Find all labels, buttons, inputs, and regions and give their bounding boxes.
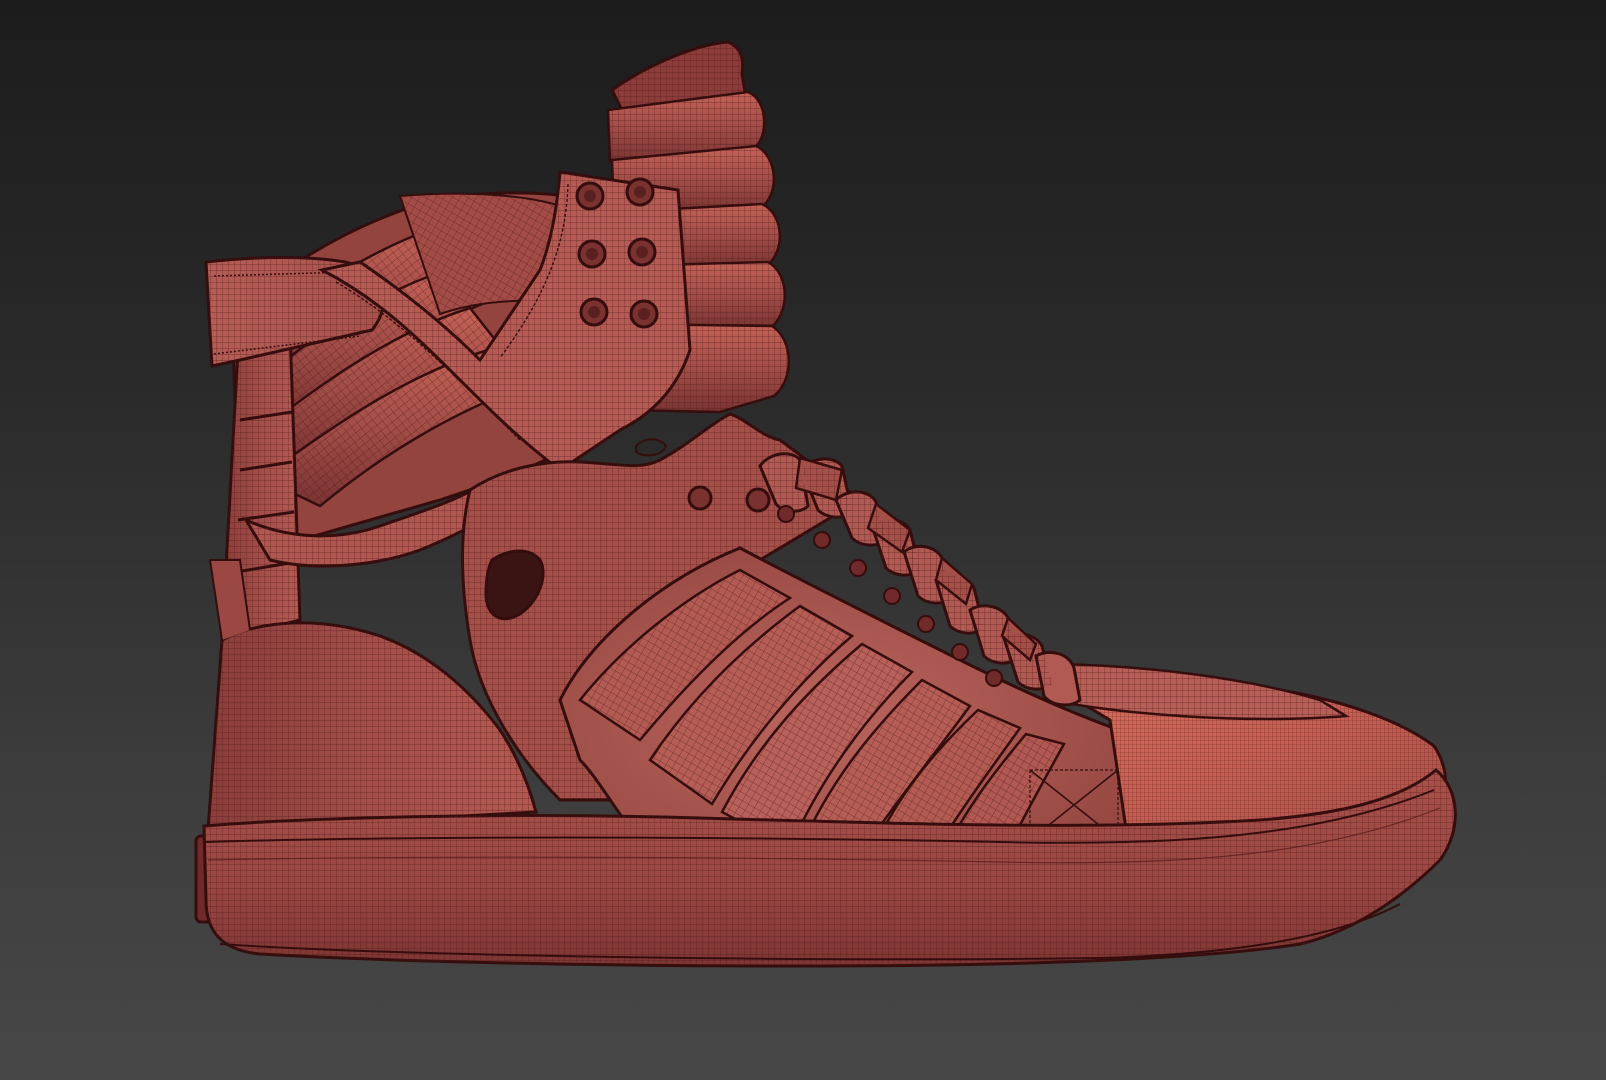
3d-viewport[interactable] bbox=[0, 0, 1606, 1080]
sneaker-model[interactable] bbox=[0, 0, 1606, 1080]
